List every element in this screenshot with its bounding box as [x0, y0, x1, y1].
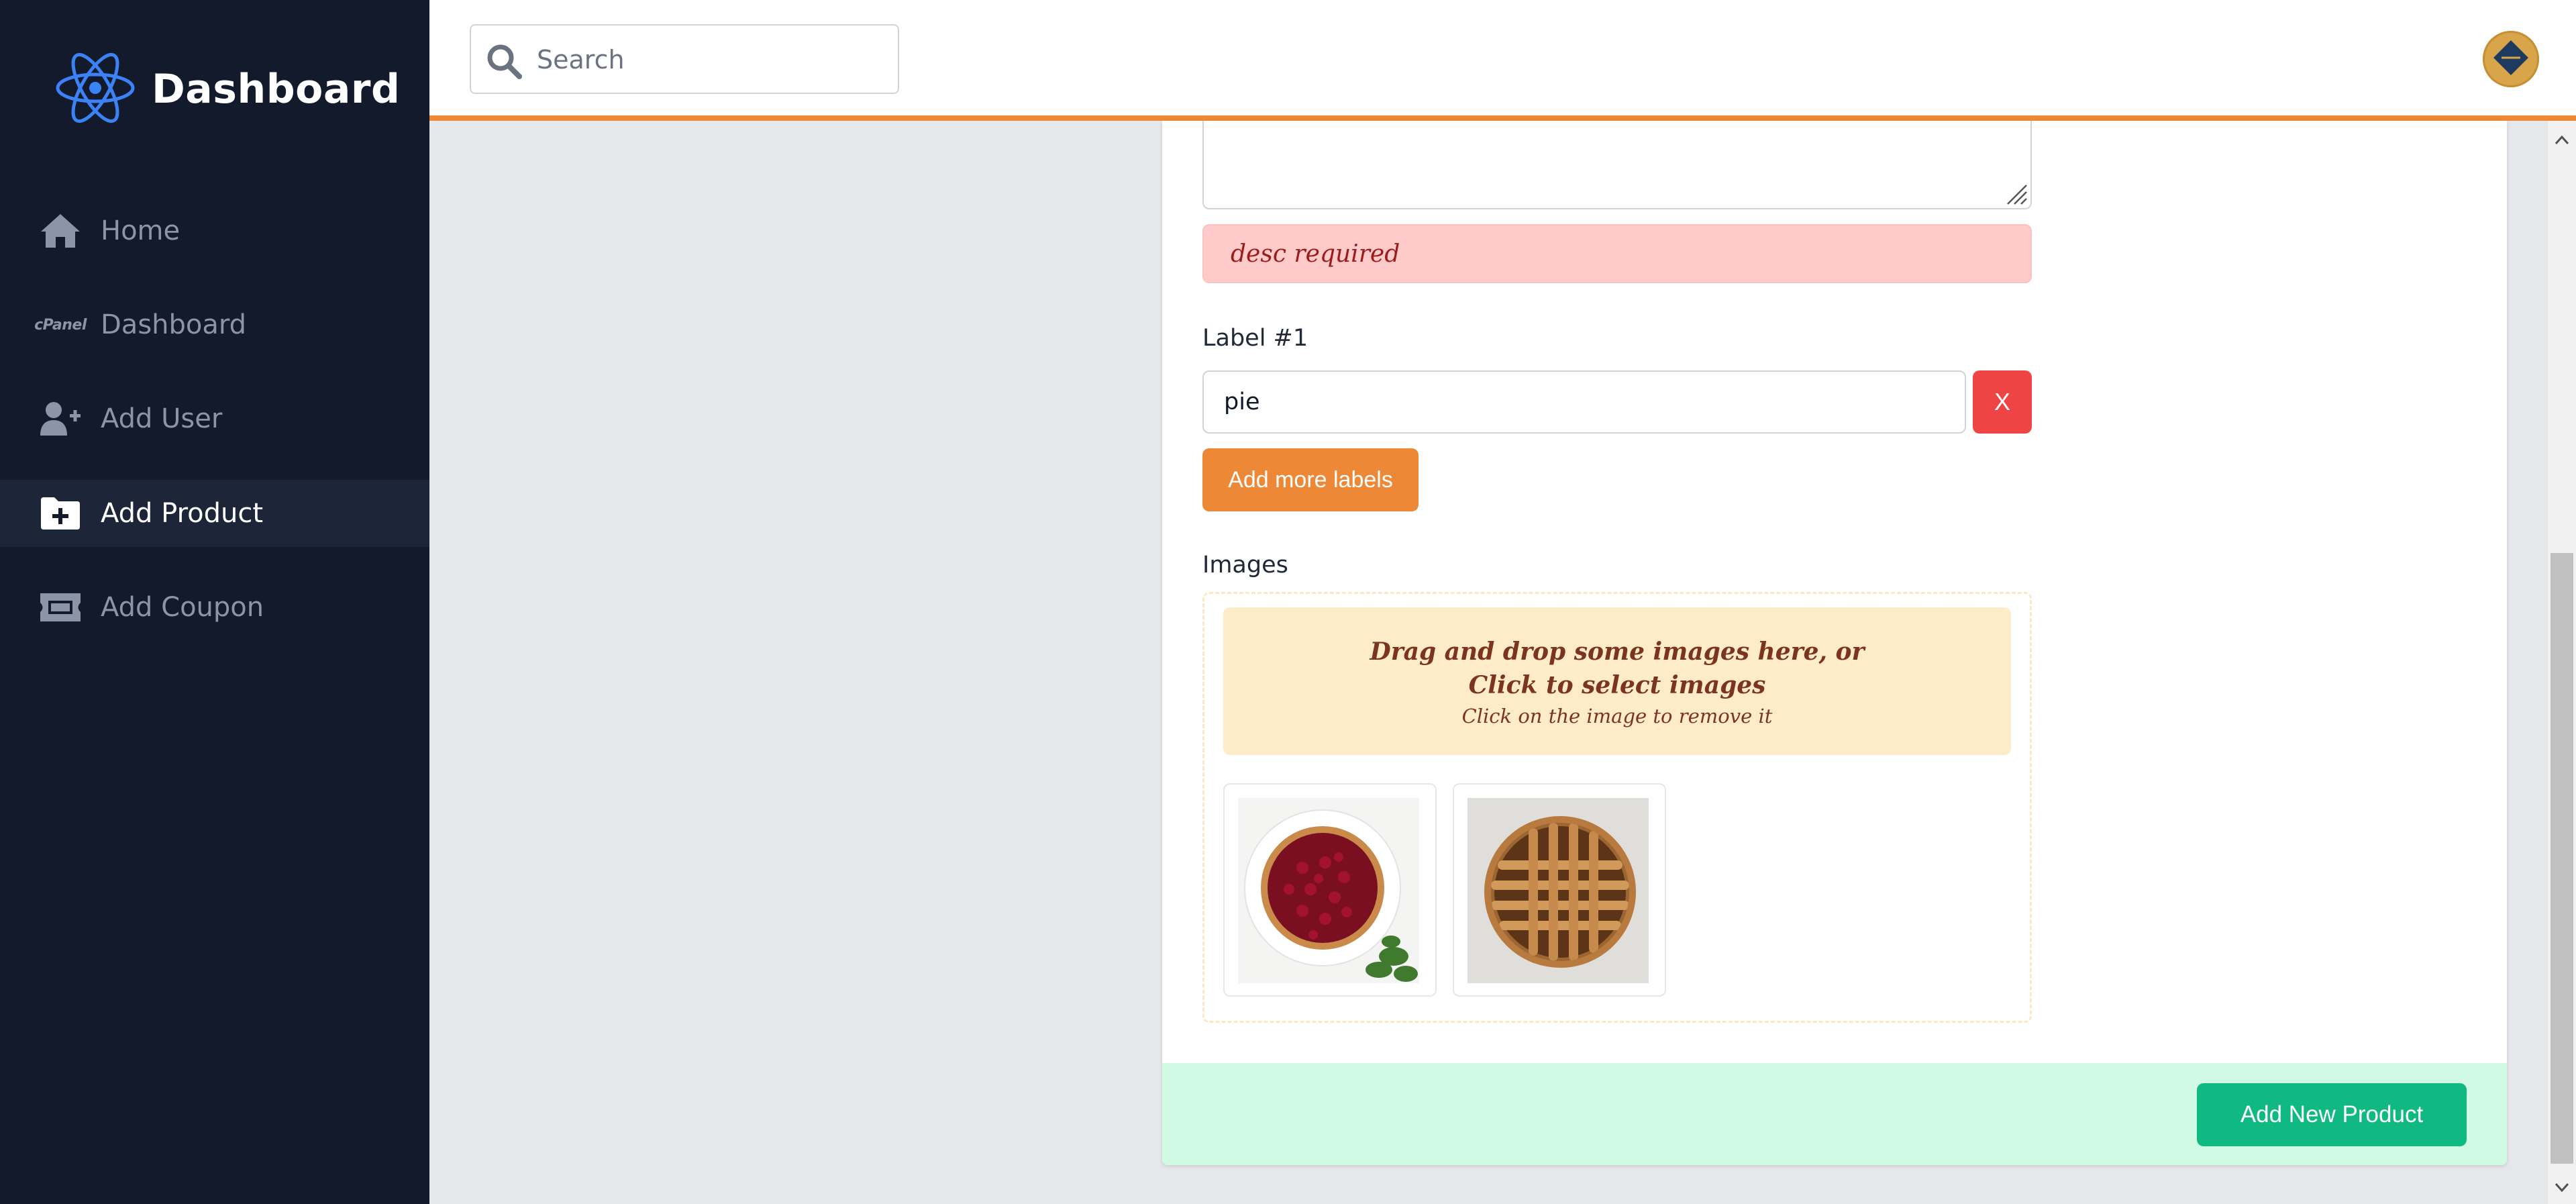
- sidebar-item-home[interactable]: Home: [0, 197, 429, 264]
- sidebar-item-add-user[interactable]: Add User: [0, 385, 429, 452]
- brand[interactable]: Dashboard: [54, 52, 400, 126]
- avatar-icon: [2491, 38, 2531, 81]
- form-footer: Add New Product: [1162, 1063, 2507, 1165]
- home-icon: [39, 211, 82, 251]
- sidebar: Dashboard Home cPanel Dashboard Add User…: [0, 0, 429, 1204]
- cpanel-icon: cPanel: [34, 316, 87, 334]
- label-field-label: Label #1: [1202, 325, 1308, 352]
- sidebar-item-label: Add Coupon: [101, 592, 264, 623]
- sidebar-item-label: Add User: [101, 403, 223, 434]
- add-more-labels-button[interactable]: Add more labels: [1202, 448, 1419, 511]
- scrollbar-thumb[interactable]: [2551, 553, 2573, 1164]
- lattice-pie-image: [1467, 798, 1649, 983]
- scrollbar[interactable]: [2548, 121, 2576, 1204]
- resize-handle-icon[interactable]: [2005, 183, 2028, 205]
- image-thumbnail[interactable]: [1453, 783, 1666, 997]
- images-label: Images: [1202, 552, 1288, 579]
- image-drop-area[interactable]: Drag and drop some images here, or Click…: [1223, 607, 2011, 755]
- ticket-icon: [39, 587, 82, 628]
- dropzone-instruction: Drag and drop some images here, or: [1370, 638, 1865, 666]
- dropzone-hint: Click on the image to remove it: [1461, 705, 1773, 728]
- search-box[interactable]: [470, 24, 899, 94]
- error-message: desc required: [1231, 240, 1400, 268]
- description-textarea[interactable]: [1202, 121, 2032, 209]
- sidebar-item-label: Dashboard: [101, 309, 247, 340]
- image-dropzone: Drag and drop some images here, or Click…: [1202, 592, 2032, 1023]
- search-icon: [486, 43, 522, 79]
- sidebar-item-add-coupon[interactable]: Add Coupon: [0, 574, 429, 641]
- scroll-down-icon[interactable]: [2553, 1178, 2571, 1196]
- sidebar-item-add-product[interactable]: Add Product: [0, 480, 429, 547]
- sidebar-item-label: Add Product: [101, 498, 264, 529]
- add-new-product-button[interactable]: Add New Product: [2197, 1083, 2467, 1146]
- avatar[interactable]: [2483, 31, 2539, 87]
- label-input[interactable]: [1202, 370, 1966, 434]
- sidebar-item-label: Home: [101, 215, 181, 246]
- search-input[interactable]: [535, 32, 887, 87]
- sidebar-item-dashboard[interactable]: cPanel Dashboard: [0, 291, 429, 358]
- topbar: [429, 0, 2576, 121]
- react-atom-icon: [54, 51, 137, 128]
- brand-title: Dashboard: [152, 66, 401, 113]
- product-form-card: desc required Label #1 X Add more labels…: [1162, 121, 2507, 1165]
- scroll-up-icon[interactable]: [2553, 132, 2571, 149]
- image-thumbnail[interactable]: [1223, 783, 1437, 997]
- user-plus-icon: [39, 399, 82, 439]
- folder-plus-icon: [39, 493, 82, 534]
- description-error: desc required: [1202, 224, 2032, 283]
- cherry-pie-image: [1238, 798, 1419, 983]
- dropzone-select-text: Click to select images: [1468, 671, 1766, 699]
- remove-label-button[interactable]: X: [1973, 370, 2032, 434]
